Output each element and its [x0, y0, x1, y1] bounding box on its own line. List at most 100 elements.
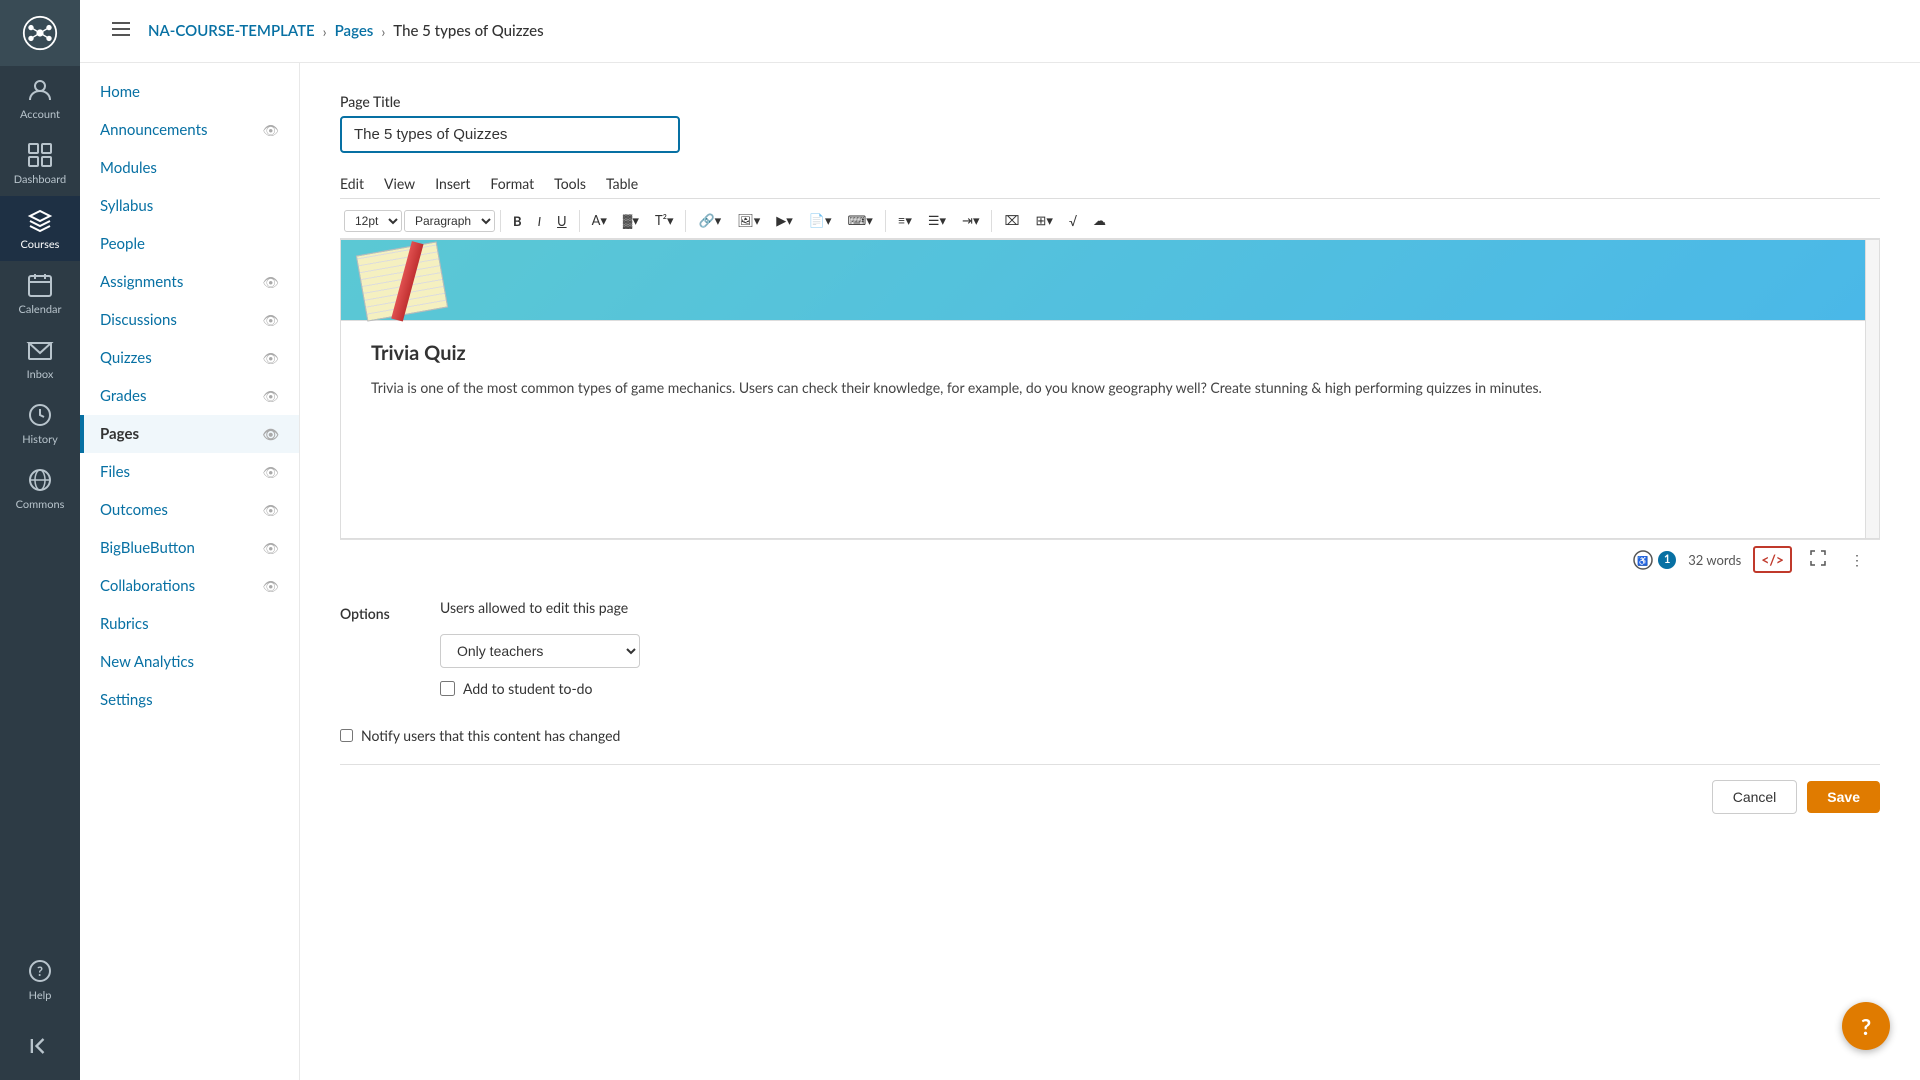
sidebar-item-history[interactable]: History: [0, 391, 80, 456]
svg-text:♿: ♿: [1638, 555, 1649, 566]
breadcrumb: NA-COURSE-TEMPLATE › Pages › The 5 types…: [80, 0, 1920, 63]
table-insert-button[interactable]: ⊞▾: [1028, 209, 1059, 232]
nav-item-home[interactable]: Home: [80, 73, 299, 111]
nav-item-outcomes[interactable]: Outcomes 👁: [80, 491, 299, 529]
editor-image-header: [341, 240, 1879, 320]
nav-item-bigbluebutton[interactable]: BigBlueButton 👁: [80, 529, 299, 567]
highlight-color-button[interactable]: ▓▾: [616, 209, 646, 232]
nav-item-collaborations[interactable]: Collaborations 👁: [80, 567, 299, 605]
align-button[interactable]: ≡▾: [891, 209, 919, 232]
options-label: Options: [340, 599, 420, 622]
nav-item-people[interactable]: People: [80, 225, 299, 263]
link-button[interactable]: 🔗▾: [691, 209, 728, 232]
document-button[interactable]: 📄▾: [802, 209, 839, 232]
edit-permission-select[interactable]: Only teachers Teachers and Students Anyo…: [440, 634, 640, 668]
content-body: Home Announcements 👁 Modules Syllabus Pe…: [80, 63, 1920, 1080]
nav-item-files[interactable]: Files 👁: [80, 453, 299, 491]
nav-item-announcements[interactable]: Announcements 👁: [80, 111, 299, 149]
student-todo-row: Add to student to-do: [440, 680, 640, 697]
nav-item-syllabus[interactable]: Syllabus: [80, 187, 299, 225]
word-count: 32 words: [1688, 552, 1741, 568]
list-button[interactable]: ☰▾: [921, 209, 953, 232]
breadcrumb-separator-2: ›: [381, 23, 385, 40]
nav-item-modules[interactable]: Modules: [80, 149, 299, 187]
notify-label[interactable]: Notify users that this content has chang…: [361, 727, 620, 744]
menu-format[interactable]: Format: [490, 175, 534, 192]
breadcrumb-section[interactable]: Pages: [335, 22, 374, 40]
collaborations-visibility-icon[interactable]: 👁: [262, 578, 279, 595]
media-button[interactable]: ▶▾: [769, 209, 800, 232]
main-content-area: NA-COURSE-TEMPLATE › Pages › The 5 types…: [80, 0, 1920, 1080]
notify-checkbox[interactable]: [340, 729, 353, 742]
indent-button[interactable]: ⇥▾: [955, 209, 986, 232]
breadcrumb-course[interactable]: NA-COURSE-TEMPLATE: [148, 22, 315, 40]
outcomes-visibility-icon[interactable]: 👁: [262, 502, 279, 519]
assignments-visibility-icon[interactable]: 👁: [262, 274, 279, 291]
nav-item-grades[interactable]: Grades 👁: [80, 377, 299, 415]
font-color-button[interactable]: A▾: [585, 209, 614, 232]
sidebar-item-inbox[interactable]: Inbox: [0, 326, 80, 391]
nav-item-discussions[interactable]: Discussions 👁: [80, 301, 299, 339]
student-todo-label[interactable]: Add to student to-do: [463, 680, 592, 697]
nav-item-new-analytics[interactable]: New Analytics: [80, 643, 299, 681]
menu-view[interactable]: View: [384, 175, 415, 192]
nav-item-rubrics[interactable]: Rubrics: [80, 605, 299, 643]
accessibility-check[interactable]: ♿ 1: [1632, 549, 1676, 571]
font-size-select[interactable]: 12pt10pt14pt18pt: [344, 210, 402, 232]
discussions-visibility-icon[interactable]: 👁: [262, 312, 279, 329]
page-title-label: Page Title: [340, 93, 1880, 110]
image-button[interactable]: 🖼▾: [730, 209, 767, 232]
student-todo-checkbox[interactable]: [440, 681, 455, 696]
accessibility-badge: 1: [1658, 551, 1676, 569]
sidebar-item-account[interactable]: Account: [0, 66, 80, 131]
grades-visibility-icon[interactable]: 👁: [262, 388, 279, 405]
underline-button[interactable]: U: [550, 210, 574, 232]
html-source-button[interactable]: </>: [1753, 546, 1792, 573]
options-section: Options Users allowed to edit this page …: [340, 599, 1880, 697]
more-options-button[interactable]: ⋮: [1844, 548, 1870, 572]
cancel-button[interactable]: Cancel: [1712, 780, 1798, 814]
announcements-visibility-icon[interactable]: 👁: [262, 122, 279, 139]
editor-toolbar: 12pt10pt14pt18pt ParagraphHeading 1Headi…: [340, 203, 1880, 239]
page-editor-area: Page Title Edit View Insert Format Tools…: [300, 63, 1920, 1080]
footer-actions: Cancel Save: [340, 765, 1880, 829]
files-visibility-icon[interactable]: 👁: [262, 464, 279, 481]
nav-item-quizzes[interactable]: Quizzes 👁: [80, 339, 299, 377]
pages-visibility-icon[interactable]: 👁: [262, 426, 279, 443]
editor-status-bar: ♿ 1 32 words </> ⋮: [340, 539, 1880, 579]
editor-content-box[interactable]: Trivia Quiz Trivia is one of the most co…: [340, 239, 1880, 539]
italic-button[interactable]: I: [531, 210, 548, 232]
embed-button[interactable]: ⌨▾: [840, 209, 879, 232]
math-button[interactable]: √: [1062, 210, 1084, 232]
app-logo[interactable]: [0, 0, 80, 66]
paragraph-style-select[interactable]: ParagraphHeading 1Heading 2: [404, 210, 495, 232]
superscript-button[interactable]: T²▾: [648, 209, 681, 232]
collapse-nav-button[interactable]: [0, 1022, 80, 1070]
nav-item-settings[interactable]: Settings: [80, 681, 299, 719]
bold-button[interactable]: B: [506, 210, 529, 232]
menu-edit[interactable]: Edit: [340, 175, 364, 192]
nav-item-pages[interactable]: Pages 👁: [80, 415, 299, 453]
menu-table[interactable]: Table: [606, 175, 638, 192]
fullscreen-button[interactable]: [1804, 547, 1832, 572]
menu-insert[interactable]: Insert: [435, 175, 470, 192]
nav-item-assignments[interactable]: Assignments 👁: [80, 263, 299, 301]
help-fab-button[interactable]: ?: [1842, 1002, 1890, 1050]
editor-scrollbar[interactable]: [1865, 240, 1879, 538]
sidebar-item-help[interactable]: ? Help: [0, 947, 80, 1012]
page-title-input[interactable]: [340, 116, 680, 153]
save-button[interactable]: Save: [1807, 781, 1880, 813]
cloud-button[interactable]: ☁: [1086, 209, 1113, 232]
notify-row: Notify users that this content has chang…: [340, 727, 1880, 765]
sidebar-item-calendar[interactable]: Calendar: [0, 261, 80, 326]
quizzes-visibility-icon[interactable]: 👁: [262, 350, 279, 367]
toolbar-separator-2: [579, 210, 580, 232]
clear-format-button[interactable]: ⌧: [997, 209, 1026, 232]
sidebar-item-commons[interactable]: Commons: [0, 456, 80, 521]
sidebar-item-dashboard[interactable]: Dashboard: [0, 131, 80, 196]
sidebar-item-courses[interactable]: Courses: [0, 196, 80, 261]
editor-menubar: Edit View Insert Format Tools Table: [340, 169, 1880, 199]
bigbluebutton-visibility-icon[interactable]: 👁: [262, 540, 279, 557]
hamburger-menu-icon[interactable]: [110, 18, 132, 44]
menu-tools[interactable]: Tools: [554, 175, 586, 192]
